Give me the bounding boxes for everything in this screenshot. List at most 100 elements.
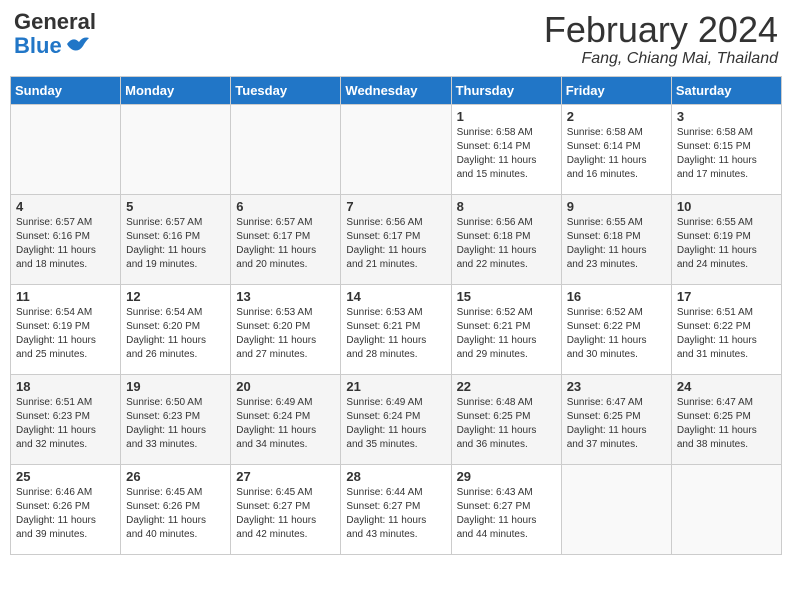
logo-general-text: General	[14, 10, 96, 34]
day-info: Sunrise: 6:45 AMSunset: 6:27 PMDaylight:…	[236, 486, 335, 542]
day-info: Sunrise: 6:45 AMSunset: 6:26 PMDaylight:…	[126, 486, 225, 542]
calendar-cell: 28 Sunrise: 6:44 AMSunset: 6:27 PMDayligh…	[341, 464, 451, 554]
day-info: Sunrise: 6:47 AMSunset: 6:25 PMDaylight:…	[677, 396, 776, 452]
calendar-cell: 19 Sunrise: 6:50 AMSunset: 6:23 PMDayligh…	[121, 374, 231, 464]
weekday-header-sunday: Sunday	[11, 76, 121, 104]
day-info: Sunrise: 6:51 AMSunset: 6:23 PMDaylight:…	[16, 396, 115, 452]
day-number: 25	[16, 469, 115, 484]
calendar-week-row: 18 Sunrise: 6:51 AMSunset: 6:23 PMDayligh…	[11, 374, 782, 464]
day-info: Sunrise: 6:52 AMSunset: 6:22 PMDaylight:…	[567, 306, 666, 362]
calendar-cell: 16 Sunrise: 6:52 AMSunset: 6:22 PMDayligh…	[561, 284, 671, 374]
calendar-cell: 13 Sunrise: 6:53 AMSunset: 6:20 PMDayligh…	[231, 284, 341, 374]
day-info: Sunrise: 6:54 AMSunset: 6:20 PMDaylight:…	[126, 306, 225, 362]
day-number: 15	[457, 289, 556, 304]
day-info: Sunrise: 6:56 AMSunset: 6:18 PMDaylight:…	[457, 216, 556, 272]
day-info: Sunrise: 6:44 AMSunset: 6:27 PMDaylight:…	[346, 486, 445, 542]
weekday-header-friday: Friday	[561, 76, 671, 104]
day-info: Sunrise: 6:56 AMSunset: 6:17 PMDaylight:…	[346, 216, 445, 272]
calendar-cell: 23 Sunrise: 6:47 AMSunset: 6:25 PMDayligh…	[561, 374, 671, 464]
day-number: 21	[346, 379, 445, 394]
weekday-header-wednesday: Wednesday	[341, 76, 451, 104]
title-block: February 2024 Fang, Chiang Mai, Thailand	[544, 10, 778, 68]
weekday-header-monday: Monday	[121, 76, 231, 104]
day-number: 20	[236, 379, 335, 394]
day-number: 19	[126, 379, 225, 394]
day-info: Sunrise: 6:52 AMSunset: 6:21 PMDaylight:…	[457, 306, 556, 362]
day-number: 27	[236, 469, 335, 484]
calendar-cell: 17 Sunrise: 6:51 AMSunset: 6:22 PMDayligh…	[671, 284, 781, 374]
day-number: 14	[346, 289, 445, 304]
calendar-cell	[11, 104, 121, 194]
day-number: 17	[677, 289, 776, 304]
calendar-week-row: 1Sunrise: 6:58 AMSunset: 6:14 PMDaylight…	[11, 104, 782, 194]
day-info: Sunrise: 6:58 AMSunset: 6:14 PMDaylight:…	[457, 126, 556, 182]
calendar-cell: 8Sunrise: 6:56 AMSunset: 6:18 PMDaylight…	[451, 194, 561, 284]
logo: General Blue	[14, 10, 96, 58]
weekday-row: SundayMondayTuesdayWednesdayThursdayFrid…	[11, 76, 782, 104]
day-info: Sunrise: 6:47 AMSunset: 6:25 PMDaylight:…	[567, 396, 666, 452]
day-info: Sunrise: 6:57 AMSunset: 6:16 PMDaylight:…	[16, 216, 115, 272]
calendar-week-row: 11 Sunrise: 6:54 AMSunset: 6:19 PMDayligh…	[11, 284, 782, 374]
calendar-cell: 11 Sunrise: 6:54 AMSunset: 6:19 PMDayligh…	[11, 284, 121, 374]
calendar-cell: 1Sunrise: 6:58 AMSunset: 6:14 PMDaylight…	[451, 104, 561, 194]
calendar-header: SundayMondayTuesdayWednesdayThursdayFrid…	[11, 76, 782, 104]
calendar-cell: 24 Sunrise: 6:47 AMSunset: 6:25 PMDayligh…	[671, 374, 781, 464]
day-number: 29	[457, 469, 556, 484]
calendar-cell: 10Sunrise: 6:55 AMSunset: 6:19 PMDayligh…	[671, 194, 781, 284]
day-info: Sunrise: 6:51 AMSunset: 6:22 PMDaylight:…	[677, 306, 776, 362]
calendar-week-row: 25 Sunrise: 6:46 AMSunset: 6:26 PMDayligh…	[11, 464, 782, 554]
day-number: 16	[567, 289, 666, 304]
location-subtitle: Fang, Chiang Mai, Thailand	[544, 50, 778, 68]
day-info: Sunrise: 6:55 AMSunset: 6:18 PMDaylight:…	[567, 216, 666, 272]
weekday-header-saturday: Saturday	[671, 76, 781, 104]
day-number: 10	[677, 199, 776, 214]
day-info: Sunrise: 6:57 AMSunset: 6:16 PMDaylight:…	[126, 216, 225, 272]
calendar-cell: 25 Sunrise: 6:46 AMSunset: 6:26 PMDayligh…	[11, 464, 121, 554]
day-number: 18	[16, 379, 115, 394]
calendar-week-row: 4 Sunrise: 6:57 AMSunset: 6:16 PMDaylight…	[11, 194, 782, 284]
calendar-cell: 21 Sunrise: 6:49 AMSunset: 6:24 PMDayligh…	[341, 374, 451, 464]
day-info: Sunrise: 6:54 AMSunset: 6:19 PMDaylight:…	[16, 306, 115, 362]
calendar-cell: 6Sunrise: 6:57 AMSunset: 6:17 PMDaylight…	[231, 194, 341, 284]
day-number: 28	[346, 469, 445, 484]
day-info: Sunrise: 6:49 AMSunset: 6:24 PMDaylight:…	[236, 396, 335, 452]
calendar-cell	[561, 464, 671, 554]
day-info: Sunrise: 6:49 AMSunset: 6:24 PMDaylight:…	[346, 396, 445, 452]
day-info: Sunrise: 6:53 AMSunset: 6:20 PMDaylight:…	[236, 306, 335, 362]
day-info: Sunrise: 6:58 AMSunset: 6:14 PMDaylight:…	[567, 126, 666, 182]
calendar-cell: 4 Sunrise: 6:57 AMSunset: 6:16 PMDaylight…	[11, 194, 121, 284]
day-info: Sunrise: 6:46 AMSunset: 6:26 PMDaylight:…	[16, 486, 115, 542]
calendar-cell: 29 Sunrise: 6:43 AMSunset: 6:27 PMDayligh…	[451, 464, 561, 554]
day-info: Sunrise: 6:50 AMSunset: 6:23 PMDaylight:…	[126, 396, 225, 452]
month-year-title: February 2024	[544, 10, 778, 50]
calendar-cell	[671, 464, 781, 554]
day-number: 11	[16, 289, 115, 304]
day-number: 4	[16, 199, 115, 214]
calendar-cell: 15 Sunrise: 6:52 AMSunset: 6:21 PMDayligh…	[451, 284, 561, 374]
day-number: 5	[126, 199, 225, 214]
day-number: 23	[567, 379, 666, 394]
calendar-cell: 14Sunrise: 6:53 AMSunset: 6:21 PMDayligh…	[341, 284, 451, 374]
day-number: 12	[126, 289, 225, 304]
calendar-table: SundayMondayTuesdayWednesdayThursdayFrid…	[10, 76, 782, 555]
calendar-cell: 22Sunrise: 6:48 AMSunset: 6:25 PMDayligh…	[451, 374, 561, 464]
calendar-cell: 27 Sunrise: 6:45 AMSunset: 6:27 PMDayligh…	[231, 464, 341, 554]
calendar-cell	[121, 104, 231, 194]
day-info: Sunrise: 6:48 AMSunset: 6:25 PMDaylight:…	[457, 396, 556, 452]
day-number: 6	[236, 199, 335, 214]
day-number: 7	[346, 199, 445, 214]
day-info: Sunrise: 6:43 AMSunset: 6:27 PMDaylight:…	[457, 486, 556, 542]
calendar-cell: 3 Sunrise: 6:58 AMSunset: 6:15 PMDaylight…	[671, 104, 781, 194]
calendar-cell: 5 Sunrise: 6:57 AMSunset: 6:16 PMDaylight…	[121, 194, 231, 284]
day-number: 13	[236, 289, 335, 304]
page-header: General Blue February 2024 Fang, Chiang …	[10, 10, 782, 68]
day-number: 24	[677, 379, 776, 394]
calendar-cell: 20 Sunrise: 6:49 AMSunset: 6:24 PMDayligh…	[231, 374, 341, 464]
day-number: 3	[677, 109, 776, 124]
day-info: Sunrise: 6:58 AMSunset: 6:15 PMDaylight:…	[677, 126, 776, 182]
weekday-header-tuesday: Tuesday	[231, 76, 341, 104]
logo-bird-icon	[65, 34, 91, 54]
calendar-cell: 9Sunrise: 6:55 AMSunset: 6:18 PMDaylight…	[561, 194, 671, 284]
calendar-cell: 7 Sunrise: 6:56 AMSunset: 6:17 PMDaylight…	[341, 194, 451, 284]
calendar-cell	[231, 104, 341, 194]
